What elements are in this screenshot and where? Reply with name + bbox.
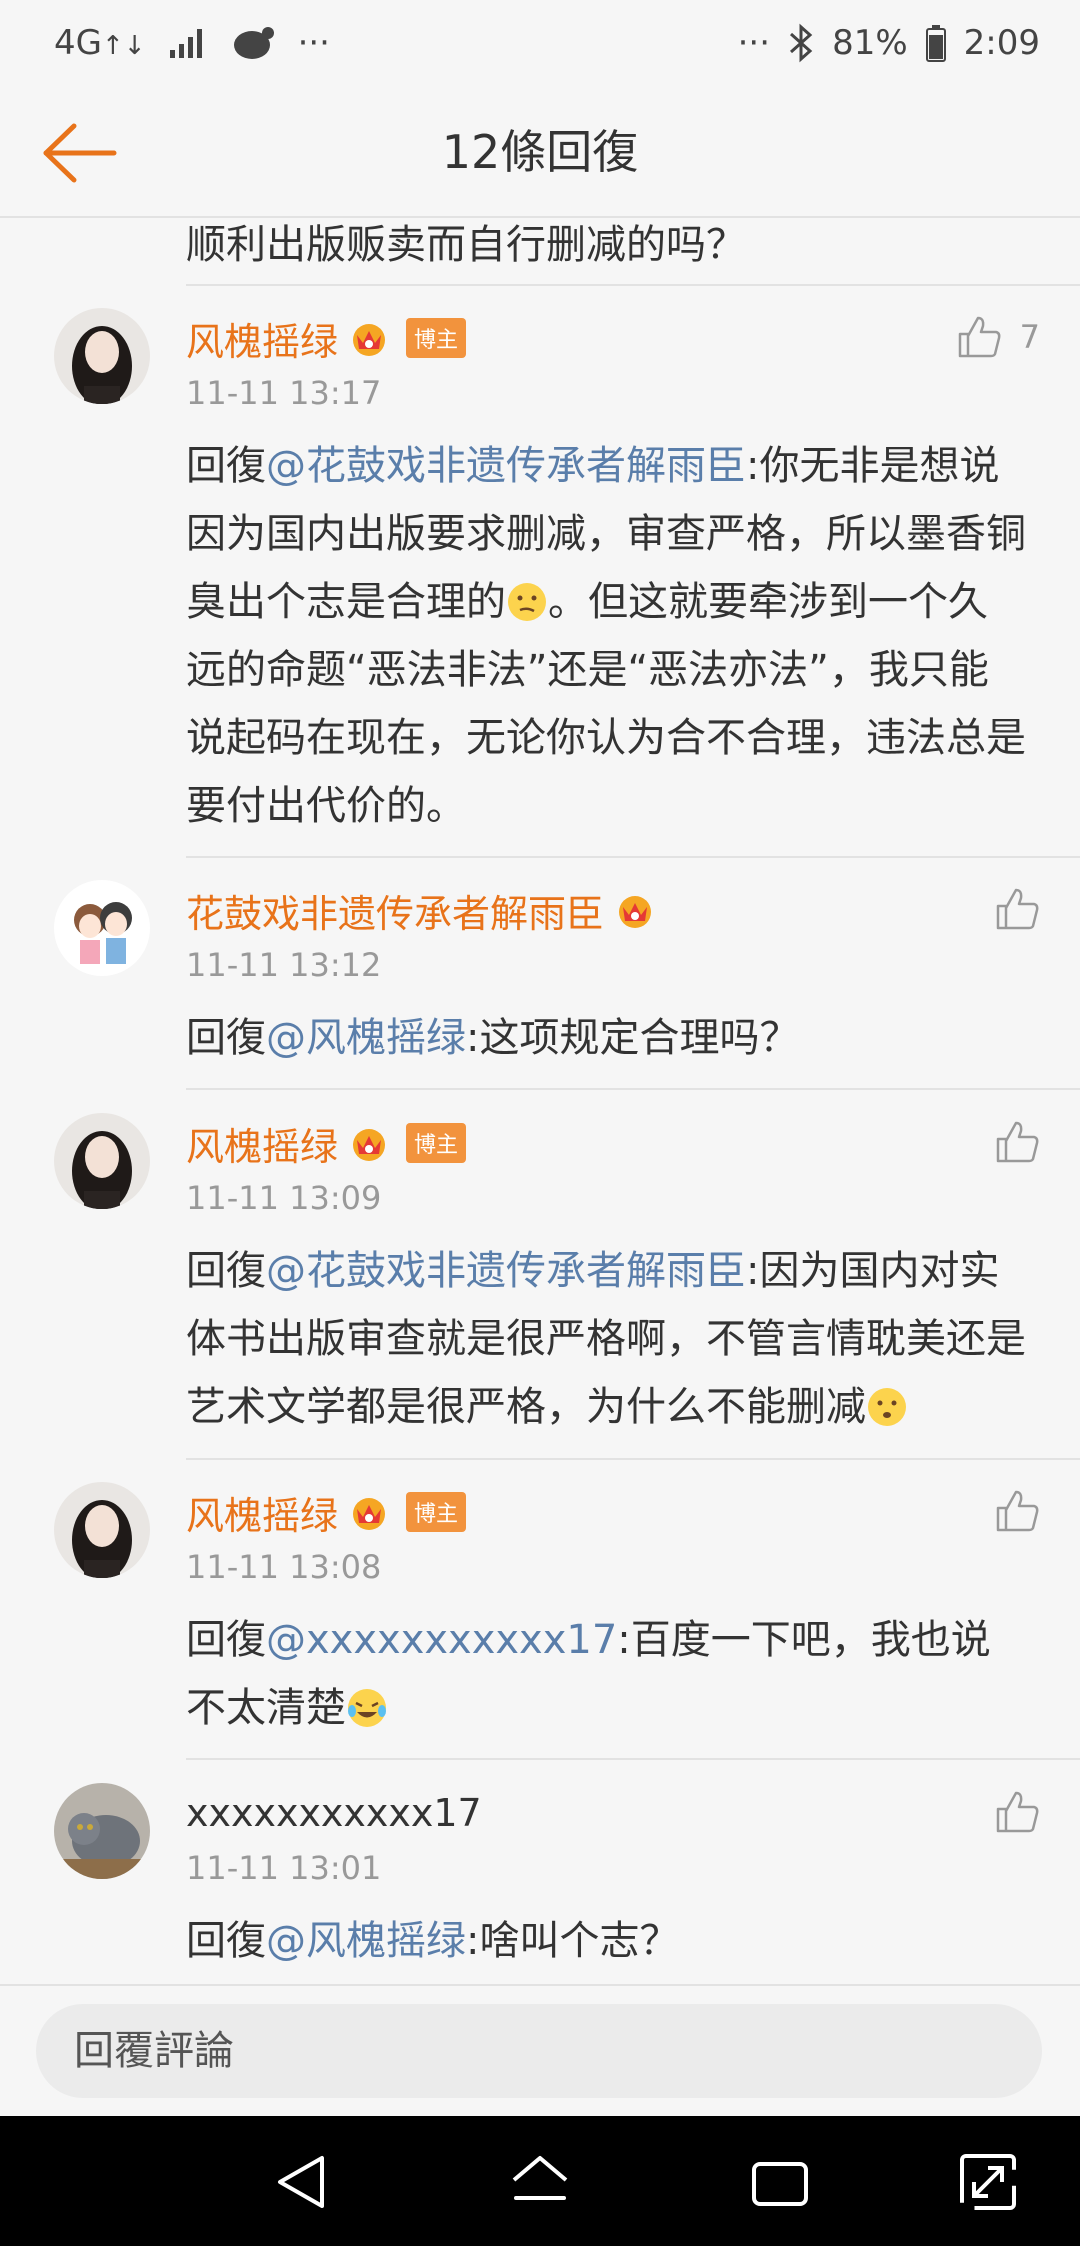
reply-input[interactable]: 回覆評論 — [36, 2004, 1042, 2098]
bluetooth-icon — [790, 23, 813, 63]
thumbs-up-icon — [996, 1121, 1039, 1163]
triangle-back-icon — [278, 2156, 324, 2208]
battery-icon — [925, 25, 946, 62]
username[interactable]: 风槐摇绿 — [186, 1485, 338, 1540]
expand-icon — [960, 2154, 1016, 2210]
laughing-tears-emoji-icon — [348, 1689, 386, 1727]
status-bar: 4G↑↓ ··· ··· 81% 2:09 — [0, 0, 1080, 88]
thumbs-up-icon — [996, 888, 1039, 930]
recents-icon — [752, 2162, 808, 2206]
blogger-badge: 博主 — [406, 1492, 467, 1532]
avatar[interactable] — [54, 1783, 150, 1879]
nav-home-button[interactable] — [508, 2150, 572, 2214]
battery-percent: 81% — [832, 23, 908, 63]
divider — [186, 856, 1080, 858]
crown-vip-icon — [353, 1498, 386, 1530]
previous-comment-text: 顺利出版贩卖而自行删减的吗？ — [186, 222, 746, 268]
network-indicator: 4G↑↓ — [54, 23, 146, 63]
mention-link[interactable]: @花鼓戏非遗传承者解雨臣 — [266, 443, 746, 489]
like-button[interactable] — [994, 1488, 1040, 1534]
crown-vip-icon — [353, 1129, 386, 1161]
username[interactable]: 风槐摇绿 — [186, 311, 338, 366]
like-button[interactable] — [994, 1789, 1040, 1835]
comment-text: 回復@xxxxxxxxxxx17:百度一下吧，我也说不太清楚 — [186, 1617, 991, 1731]
timestamp: 11-11 13:17 — [186, 374, 382, 412]
timestamp: 11-11 13:12 — [186, 946, 382, 984]
divider — [186, 284, 1080, 286]
timestamp: 11-11 13:09 — [186, 1179, 382, 1217]
username[interactable]: xxxxxxxxxxx17 — [186, 1791, 482, 1835]
mention-link[interactable]: @风槐摇绿 — [266, 1015, 466, 1061]
thinking-emoji-icon — [508, 583, 546, 621]
like-button[interactable] — [994, 1119, 1040, 1165]
mention-link[interactable]: @xxxxxxxxxxx17 — [266, 1617, 617, 1663]
replies-list[interactable]: 顺利出版贩卖而自行删减的吗？ 风槐摇绿 博主 11-11 13:17 回復@花鼓… — [0, 218, 1080, 1984]
nav-recents-button[interactable] — [748, 2150, 812, 2214]
thumbs-up-icon — [996, 1791, 1039, 1833]
crown-vip-icon — [619, 896, 652, 928]
avatar[interactable] — [54, 1113, 150, 1209]
comment-text: 回復@风槐摇绿:啥叫个志？ — [186, 1918, 680, 1964]
mention-link[interactable]: @风槐摇绿 — [266, 1918, 466, 1964]
more-status: ··· — [737, 23, 771, 63]
page-title: 12條回復 — [441, 125, 639, 179]
divider — [186, 1758, 1080, 1760]
nav-expand-button[interactable] — [956, 2150, 1020, 2214]
avatar[interactable] — [54, 880, 150, 976]
blogger-badge: 博主 — [406, 1123, 467, 1163]
crown-vip-icon — [353, 324, 386, 356]
timestamp: 11-11 13:01 — [186, 1849, 382, 1887]
thumbs-up-icon — [958, 316, 1001, 358]
avatar[interactable] — [54, 308, 150, 404]
thumbs-up-icon — [996, 1490, 1039, 1532]
mention-link[interactable]: @花鼓戏非遗传承者解雨臣 — [266, 1248, 746, 1294]
divider — [186, 1088, 1080, 1090]
weibo-notification-icon — [233, 27, 274, 59]
like-count: 7 — [1019, 318, 1040, 356]
comment-text: 回復@花鼓戏非遗传承者解雨臣:因为国内对实体书出版审查就是很严格啊，不管言情耽美… — [186, 1248, 1026, 1430]
like-button[interactable] — [994, 886, 1040, 932]
top-bar: 12條回復 — [0, 88, 1080, 218]
comment-text: 回復@花鼓戏非遗传承者解雨臣:你无非是想说因为国内出版要求删减，审查严格，所以墨… — [186, 443, 1026, 829]
divider — [186, 1458, 1080, 1460]
more-notifications: ··· — [297, 23, 330, 63]
reply-bar: 回覆評論 — [0, 1984, 1080, 2118]
clock: 2:09 — [963, 23, 1040, 63]
username[interactable]: 花鼓戏非遗传承者解雨臣 — [186, 883, 604, 938]
blogger-badge: 博主 — [406, 318, 467, 358]
confused-emoji-icon — [868, 1388, 906, 1426]
timestamp: 11-11 13:08 — [186, 1548, 382, 1586]
like-button[interactable]: 7 — [956, 314, 1040, 360]
avatar[interactable] — [54, 1482, 150, 1578]
signal-icon — [169, 29, 202, 58]
system-nav-bar — [0, 2116, 1080, 2246]
comment-text: 回復@风槐摇绿:这项规定合理吗？ — [186, 1015, 800, 1061]
username[interactable]: 风槐摇绿 — [186, 1116, 338, 1171]
nav-back-button[interactable] — [270, 2150, 334, 2214]
home-icon — [512, 2156, 568, 2200]
